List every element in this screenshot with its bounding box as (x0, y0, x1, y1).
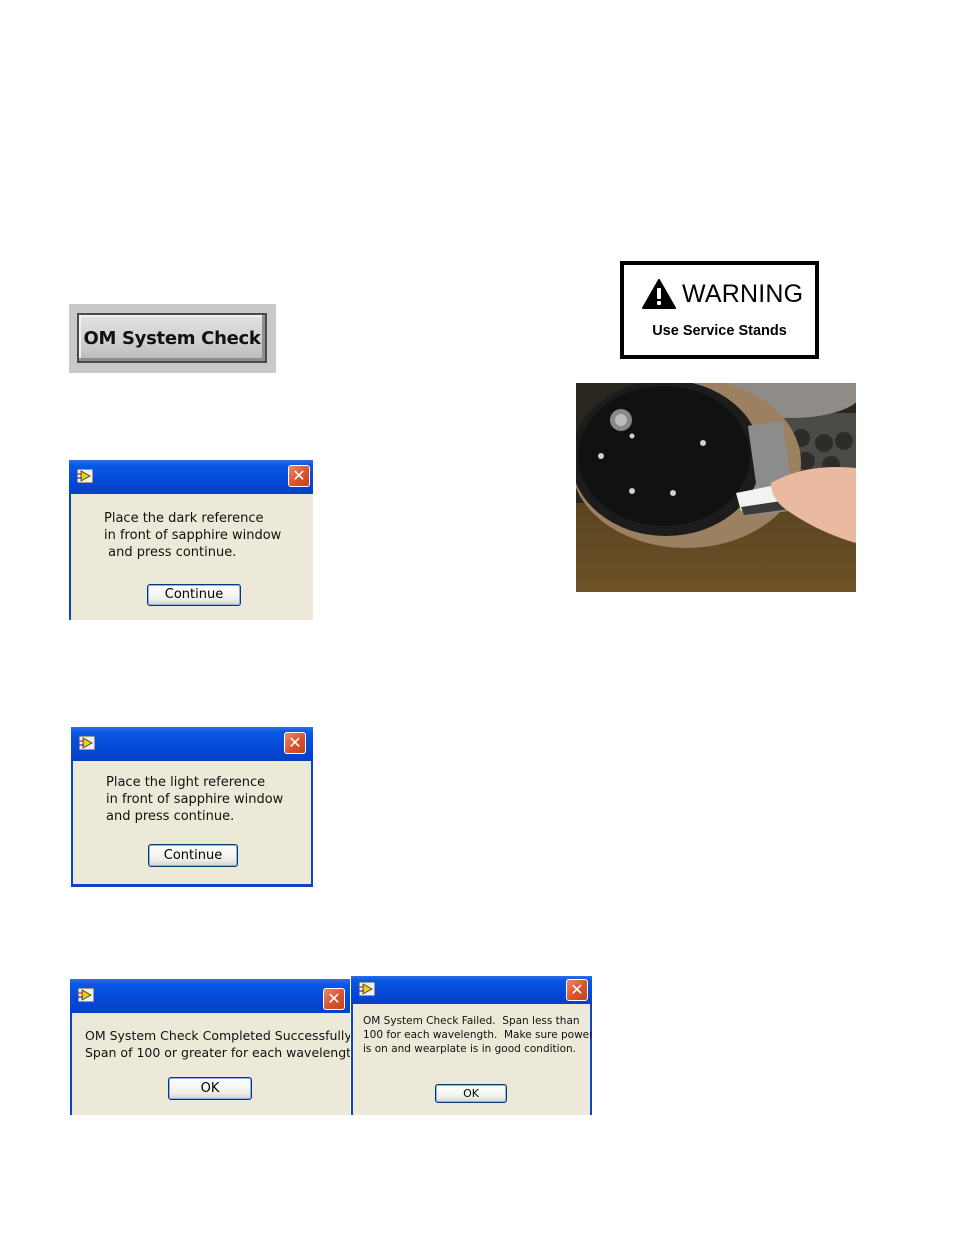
dark-reference-dialog: ✕ Place the dark reference in front of s… (69, 460, 313, 620)
close-icon[interactable]: ✕ (288, 465, 310, 487)
ok-button[interactable]: OK (435, 1084, 507, 1103)
dialog-border (70, 1013, 72, 1115)
dialog-message: Place the dark reference in front of sap… (104, 511, 282, 560)
dialog-titlebar: ✕ (69, 460, 313, 494)
close-icon[interactable]: ✕ (566, 979, 588, 1001)
dialog-message: Place the light reference in front of sa… (106, 775, 284, 824)
close-icon[interactable]: ✕ (284, 732, 306, 754)
labview-vi-icon (78, 988, 94, 1002)
dialog-border (71, 884, 313, 887)
warning-sign: WARNING Use Service Stands (620, 261, 819, 359)
close-icon[interactable]: ✕ (323, 988, 345, 1010)
om-system-check-button[interactable]: OM System Check (77, 313, 267, 363)
ok-button[interactable]: OK (168, 1077, 252, 1100)
dialog-message: OM System Check Completed Successfully. … (85, 1028, 350, 1060)
wheel-reference-photo (576, 383, 856, 592)
warning-triangle-icon (642, 279, 676, 309)
continue-button[interactable]: Continue (148, 844, 238, 867)
labview-vi-icon (359, 982, 375, 996)
photo-illustration (576, 383, 856, 592)
continue-button[interactable]: Continue (147, 584, 241, 606)
om-system-check-panel: OM System Check (69, 304, 276, 373)
dialog-message: OM System Check Failed. Span less than 1… (363, 1015, 592, 1055)
light-reference-dialog: ✕ Place the light reference in front of … (71, 727, 313, 887)
labview-vi-icon (77, 469, 93, 483)
labview-vi-icon (79, 736, 95, 750)
dialog-titlebar: ✕ (71, 727, 313, 761)
warning-title: WARNING (682, 279, 804, 308)
dialog-titlebar: ✕ (351, 976, 592, 1004)
dialog-titlebar: ✕ (70, 979, 350, 1013)
check-success-dialog: ✕ OM System Check Completed Successfully… (70, 979, 350, 1115)
dialog-border (69, 494, 71, 620)
dialog-border (311, 761, 313, 887)
dialog-border (71, 761, 73, 887)
warning-subtitle: Use Service Stands (652, 323, 787, 339)
check-failed-dialog: ✕ OM System Check Failed. Span less than… (351, 976, 592, 1115)
dialog-border (351, 1004, 353, 1115)
